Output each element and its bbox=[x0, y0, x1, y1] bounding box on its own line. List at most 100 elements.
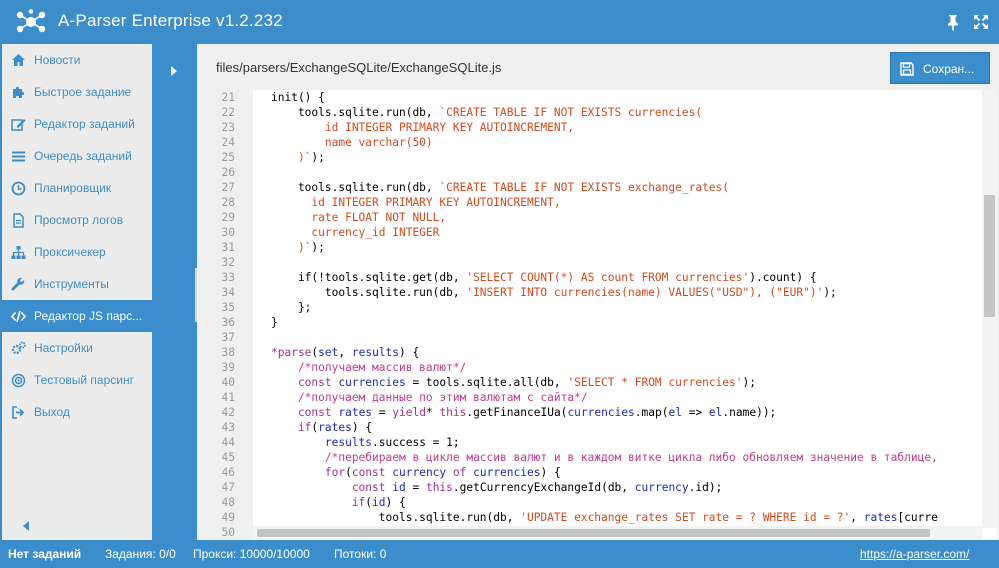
line-number: 44 bbox=[221, 436, 235, 449]
code-line: 30 currency_id INTEGER bbox=[209, 225, 989, 240]
code-token: , bbox=[338, 346, 352, 359]
code-token: 'UPDATE exchange_rates SET rate = ? WHER… bbox=[520, 511, 851, 524]
code-token: name varchar(50) bbox=[271, 136, 433, 149]
line-code: const id = this.getCurrencyExchangeId(db… bbox=[271, 480, 723, 495]
code-token: currencies bbox=[338, 376, 406, 389]
sidebar-item-home[interactable]: Новости bbox=[2, 44, 152, 76]
code-token: ).count) { bbox=[749, 271, 817, 284]
code-token: } bbox=[271, 316, 278, 329]
sidebar-item-puzzle[interactable]: Быстрое задание bbox=[2, 76, 152, 108]
code-line: 37 bbox=[209, 330, 989, 345]
edit-icon bbox=[11, 119, 26, 131]
line-number: 31 bbox=[221, 241, 235, 254]
sidebar-item-label: Выход bbox=[34, 405, 70, 419]
status-bar: Нет заданий Задания: 0/0 Прокси: 10000/1… bbox=[0, 540, 999, 568]
chevron-right-icon[interactable] bbox=[168, 64, 180, 78]
code-line: 23 id INTEGER PRIMARY KEY AUTOINCREMENT, bbox=[209, 120, 989, 135]
code-token: rates bbox=[863, 511, 898, 524]
code-token: for bbox=[271, 466, 346, 479]
code-token: ( bbox=[345, 466, 352, 479]
code-token: currency bbox=[634, 481, 689, 494]
status-jobs: Задания: 0/0 bbox=[105, 547, 176, 561]
sidebar-item-file[interactable]: Просмотр логов bbox=[2, 204, 152, 236]
gears-icon bbox=[11, 341, 26, 355]
code-token: ) { bbox=[540, 466, 561, 479]
save-icon bbox=[900, 62, 914, 76]
horizontal-scrollbar[interactable] bbox=[253, 526, 982, 540]
sidebar-item-target[interactable]: Тестовый парсинг bbox=[2, 364, 152, 396]
sidebar-item-label: Просмотр логов bbox=[34, 213, 124, 227]
code-token: if(!tools.sqlite.get(db, bbox=[271, 271, 467, 284]
code-token: [curre bbox=[897, 511, 938, 524]
sidebar-item-clock[interactable]: Планировщик bbox=[2, 172, 152, 204]
line-number: 22 bbox=[221, 106, 235, 119]
sidebar-item-label: Тестовый парсинг bbox=[34, 373, 134, 387]
line-number: 43 bbox=[221, 421, 235, 434]
save-button[interactable]: Сохран... bbox=[890, 52, 990, 84]
file-path: files/parsers/ExchangeSQLite/ExchangeSQL… bbox=[216, 60, 502, 75]
line-code: tools.sqlite.run(db, `CREATE TABLE IF NO… bbox=[271, 105, 702, 120]
chevron-left-icon[interactable] bbox=[20, 520, 32, 532]
target-icon bbox=[11, 373, 26, 388]
code-token: , bbox=[850, 511, 864, 524]
code-line: 36} bbox=[209, 315, 989, 330]
title-bar: A-Parser Enterprise v1.2.232 bbox=[0, 0, 999, 44]
sidebar-item-sitemap[interactable]: Проксичекер bbox=[2, 236, 152, 268]
vertical-scrollbar-thumb[interactable] bbox=[984, 195, 995, 317]
code-line: 28 id INTEGER PRIMARY KEY AUTOINCREMENT, bbox=[209, 195, 989, 210]
pin-icon[interactable] bbox=[944, 13, 962, 31]
code-line: 26 bbox=[209, 165, 989, 180]
code-token: 1; bbox=[446, 436, 460, 449]
line-number: 47 bbox=[221, 481, 235, 494]
code-area[interactable]: 21 init() {22 tools.sqlite.run(db, `CREAT… bbox=[209, 90, 995, 539]
code-line: 32 bbox=[209, 255, 989, 270]
code-token: = bbox=[372, 406, 393, 419]
line-number: 38 bbox=[221, 346, 235, 359]
save-button-label: Сохран... bbox=[923, 62, 975, 76]
line-code: results.success = 1; bbox=[271, 435, 460, 450]
sidebar-item-code[interactable]: Редактор JS парс... bbox=[2, 300, 152, 332]
sidebar-item-signout[interactable]: Выход bbox=[2, 396, 152, 428]
sidebar-item-label: Настройки bbox=[34, 341, 93, 355]
code-token: ); bbox=[742, 376, 756, 389]
vertical-scrollbar[interactable] bbox=[982, 90, 997, 528]
line-code: name varchar(50) bbox=[271, 135, 433, 150]
code-token: id INTEGER PRIMARY KEY AUTOINCREMENT, bbox=[271, 121, 575, 134]
code-token: * bbox=[425, 406, 440, 419]
code-token: el bbox=[708, 406, 723, 419]
code-token: )` bbox=[271, 241, 312, 254]
line-number: 36 bbox=[221, 316, 235, 329]
editor-panel: files/parsers/ExchangeSQLite/ExchangeSQL… bbox=[197, 44, 999, 540]
code-token: if bbox=[271, 496, 366, 509]
code-editor[interactable]: 21 init() {22 tools.sqlite.run(db, `CREAT… bbox=[209, 90, 997, 540]
code-token: .map( bbox=[634, 406, 669, 419]
code-token: .getFinanceIUa( bbox=[466, 406, 568, 419]
line-number: 34 bbox=[221, 286, 235, 299]
sidebar-item-list[interactable]: Очередь заданий bbox=[2, 140, 152, 172]
code-token: ) { bbox=[399, 346, 420, 359]
line-code: currency_id INTEGER bbox=[271, 225, 439, 240]
horizontal-scrollbar-thumb[interactable] bbox=[257, 529, 930, 537]
code-token: const bbox=[351, 466, 393, 479]
line-code: } bbox=[271, 315, 278, 330]
sidebar-item-edit[interactable]: Редактор заданий bbox=[2, 108, 152, 140]
sidebar-item-wrench[interactable]: Инструменты bbox=[2, 268, 152, 300]
line-code: tools.sqlite.run(db, 'UPDATE exchange_ra… bbox=[271, 510, 938, 525]
line-code: tools.sqlite.run(db, `CREATE TABLE IF NO… bbox=[271, 180, 729, 195]
code-token: /*перебираем в цикле массив валют и в ка… bbox=[271, 451, 938, 464]
line-code: id INTEGER PRIMARY KEY AUTOINCREMENT, bbox=[271, 120, 574, 135]
sidebar-item-label: Планировщик bbox=[34, 181, 112, 195]
site-link[interactable]: https://a-parser.com/ bbox=[860, 547, 969, 561]
code-token: 'INSERT INTO currencies(name) VALUES("US… bbox=[466, 286, 824, 299]
code-token: this bbox=[439, 406, 467, 419]
code-token: rates bbox=[338, 406, 373, 419]
sidebar-item-label: Редактор JS парс... bbox=[34, 309, 143, 323]
line-code: /*перебираем в цикле массив валют и в ка… bbox=[271, 450, 938, 465]
sidebar-item-gears[interactable]: Настройки bbox=[2, 332, 152, 364]
line-number: 29 bbox=[221, 211, 235, 224]
fullscreen-icon[interactable] bbox=[972, 13, 990, 31]
line-code: for(const currency of currencies) { bbox=[271, 465, 561, 480]
status-threads: Потоки: 0 bbox=[334, 547, 387, 561]
code-token: const bbox=[271, 481, 393, 494]
a-parser-logo-icon bbox=[16, 9, 46, 33]
